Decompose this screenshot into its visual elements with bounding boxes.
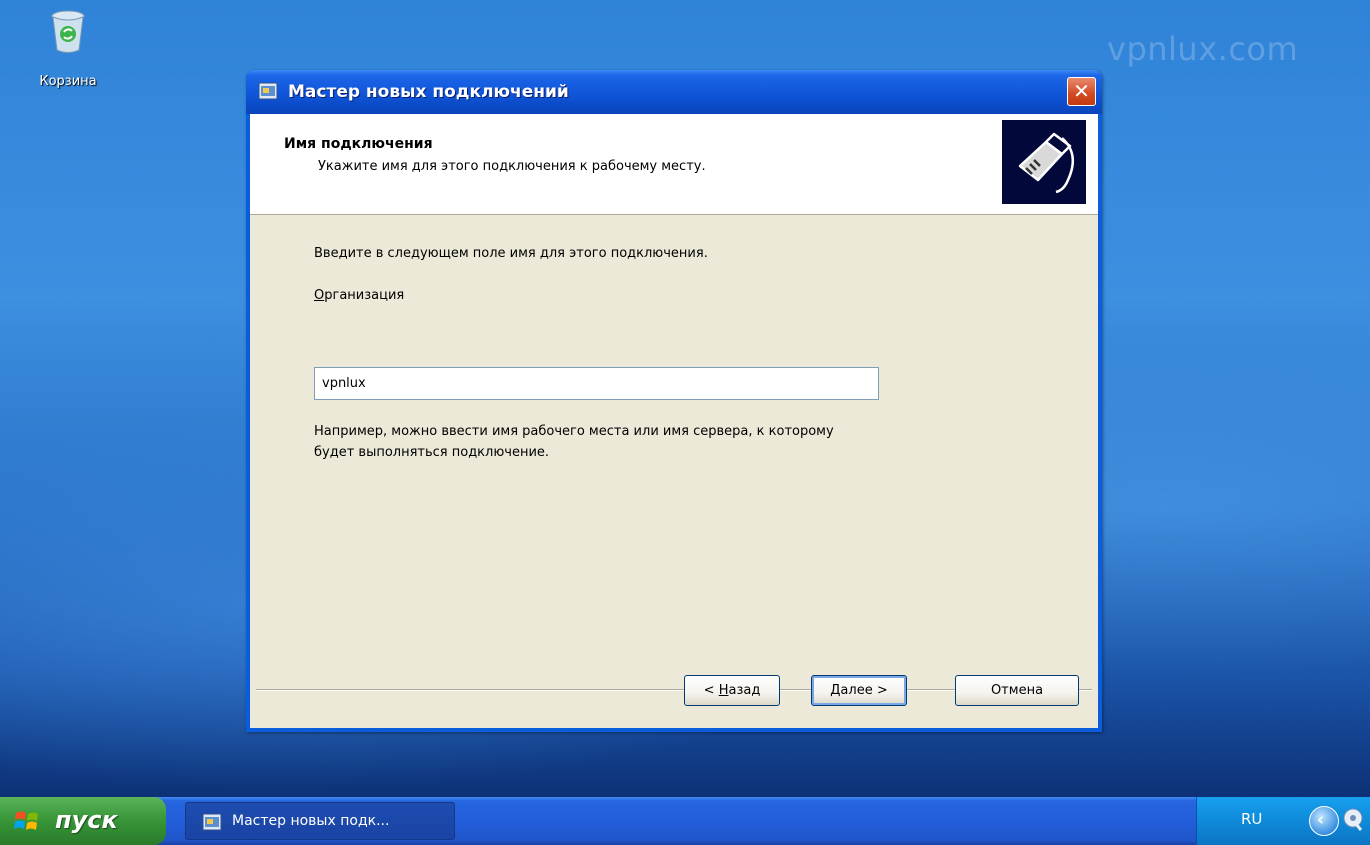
system-tray: RU ‹ (1196, 797, 1370, 845)
back-button-prefix[interactable]: < (704, 683, 719, 698)
recycle-bin-icon[interactable] (50, 10, 86, 54)
start-button[interactable]: пуск (0, 797, 166, 845)
page-title: Имя подключения (284, 136, 433, 152)
hint-line-2: будет выполняться подключение. (314, 445, 550, 460)
recycle-bin[interactable]: Корзина (28, 10, 108, 89)
hardware-icon[interactable] (1341, 806, 1365, 832)
tray-expand-glyph[interactable]: ‹ (1317, 810, 1324, 830)
instruction-text: Введите в следующем поле имя для этого п… (314, 246, 708, 261)
wizard-header: Имя подключения Укажите имя для этого по… (250, 114, 1098, 215)
organization-input[interactable] (314, 367, 879, 400)
next-button-suffix[interactable]: > (873, 683, 888, 698)
organization-label-access-key: О (314, 288, 325, 303)
close-icon[interactable]: ✕ (1073, 79, 1090, 103)
wizard-client-area: Имя подключения Укажите имя для этого по… (250, 114, 1098, 728)
recycle-bin-label[interactable]: Корзина (28, 74, 108, 89)
back-button-label[interactable]: азад (728, 683, 760, 698)
close-button[interactable]: ✕ (1067, 77, 1096, 106)
tray-expand-icon[interactable]: ‹ (1309, 806, 1339, 836)
page-subtitle: Укажите имя для этого подключения к рабо… (318, 159, 706, 174)
connection-plug-icon (1002, 120, 1086, 204)
taskbar: пуск Мастер новых подк... RU ‹ (0, 797, 1370, 845)
taskbar-item-wizard[interactable]: Мастер новых подк... (185, 802, 455, 840)
hint-line-1: Например, можно ввести имя рабочего мест… (314, 424, 834, 439)
next-button-label[interactable]: алее (840, 683, 872, 698)
cancel-button[interactable]: Отмена (955, 675, 1079, 706)
taskbar-item-label[interactable]: Мастер новых подк... (232, 813, 389, 829)
next-button-access-key[interactable]: Д (830, 683, 840, 698)
title-bar[interactable]: Мастер новых подключений ✕ (246, 70, 1102, 114)
wizard-icon (258, 81, 278, 101)
organization-label: Организация (314, 288, 404, 303)
wizard-window: Мастер новых подключений ✕ Имя подключен… (246, 70, 1102, 732)
start-label[interactable]: пуск (55, 806, 118, 834)
organization-label-text: рганизация (324, 288, 405, 303)
windows-flag-icon[interactable] (14, 808, 40, 834)
language-indicator[interactable]: RU (1241, 810, 1262, 828)
window-title: Мастер новых подключений (288, 82, 569, 102)
back-button[interactable]: < Назад (684, 675, 780, 706)
watermark: vpnlux.com (1107, 30, 1299, 68)
wizard-icon[interactable] (202, 813, 222, 831)
next-button[interactable]: Далее > (811, 675, 907, 706)
